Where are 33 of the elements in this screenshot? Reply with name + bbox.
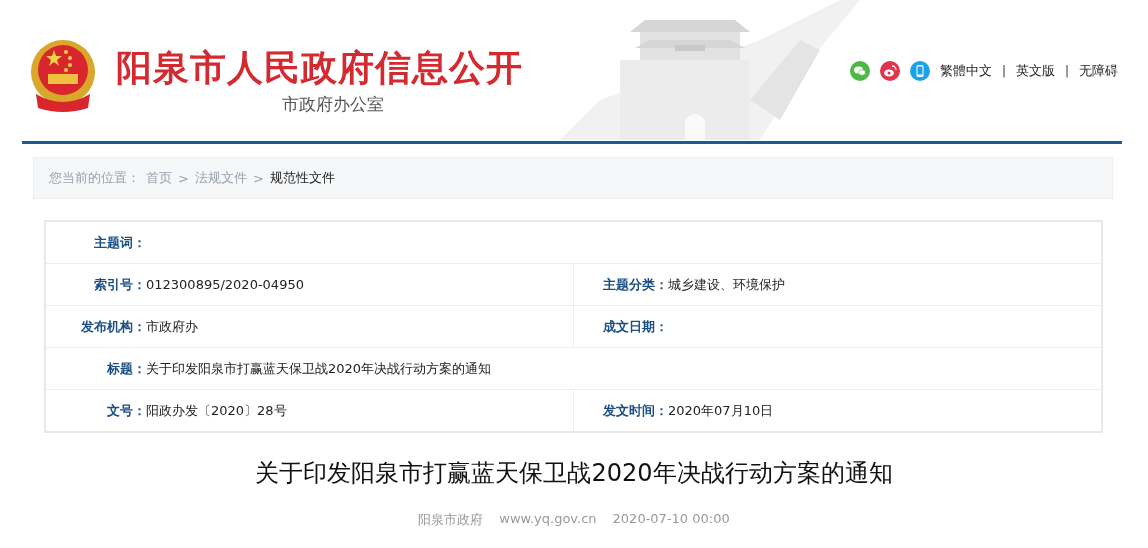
field-value: 012300895/2020-04950 (146, 277, 304, 292)
article-title: 关于印发阳泉市打赢蓝天保卫战2020年决战行动方案的通知 (254, 458, 894, 489)
article-meta: 阳泉市政府 (418, 511, 484, 529)
field-label: 标题： (106, 359, 146, 378)
breadcrumb-label: 您当前的位置： (49, 169, 140, 187)
header-link[interactable]: 英文版 (1015, 62, 1055, 80)
weibo-icon[interactable] (879, 61, 900, 81)
breadcrumb-separator: > (252, 170, 264, 186)
field-value: 城乡建设、环境保护 (668, 275, 785, 294)
breadcrumb-link[interactable]: 规范性文件 (269, 169, 335, 187)
site-title: 阳泉市人民政府信息公开 (116, 46, 523, 90)
field-value: 市政府办 (146, 317, 198, 336)
field-label: 主题分类： (603, 275, 668, 294)
field-value: 2020年07月10日 (668, 401, 774, 420)
field-value: 阳政办发〔2020〕28号 (146, 401, 287, 420)
breadcrumb-separator: > (178, 170, 189, 186)
field-label: 主题词： (93, 233, 146, 252)
article-meta: 2020-07-10 00:00 (612, 511, 730, 528)
phone-icon[interactable] (909, 61, 930, 81)
field-value: 关于印发阳泉市打赢蓝天保卫战2020年决战行动方案的通知 (146, 359, 492, 378)
chat-bubbles-icon[interactable] (849, 61, 870, 81)
separator: | (1001, 64, 1006, 78)
site-subtitle: 市政府办公室 (282, 93, 385, 116)
field-label: 发布机构： (80, 317, 146, 336)
article-meta: www.yq.gov.cn (499, 511, 597, 528)
field-label: 发文时间： (603, 401, 668, 420)
field-label: 文号： (106, 401, 146, 420)
field-label: 索引号： (93, 275, 146, 294)
header-link[interactable]: 无障碍 (1079, 62, 1118, 80)
separator: | (1064, 64, 1069, 78)
emblem-icon (28, 38, 98, 114)
header-link[interactable]: 繁體中文 (939, 62, 992, 80)
field-label: 成文日期： (603, 317, 668, 336)
